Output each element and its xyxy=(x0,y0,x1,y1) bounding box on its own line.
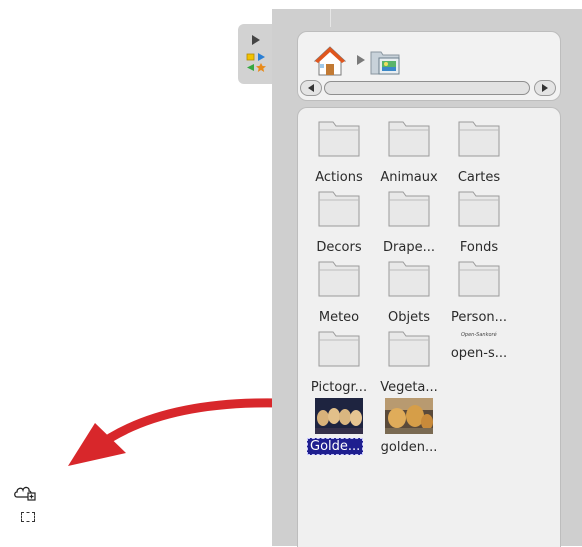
open-sankore-logo: Open-Sankoré xyxy=(461,332,497,338)
open-sankore-label: open-s... xyxy=(450,346,508,361)
folder-fonds[interactable]: Fonds xyxy=(443,190,515,260)
scroll-right-button[interactable] xyxy=(534,80,556,96)
folder-label: Pictogr... xyxy=(310,380,368,395)
folder-label: Person... xyxy=(450,310,508,325)
folder-label: Decors xyxy=(316,240,362,255)
folder-meteo[interactable]: Meteo xyxy=(303,260,375,330)
folder-icon xyxy=(388,121,430,157)
folder-icon xyxy=(458,121,500,157)
play-triangle-icon[interactable] xyxy=(250,34,262,46)
open-sankore-item[interactable]: Open-Sankoré open-s... xyxy=(443,330,515,400)
chevron-right-icon xyxy=(357,55,365,65)
folder-label: Meteo xyxy=(318,310,360,325)
home-icon[interactable] xyxy=(314,46,346,76)
folder-label: Actions xyxy=(315,170,363,185)
arrow-right-icon xyxy=(542,84,548,92)
folder-drapeaux[interactable]: Drape... xyxy=(373,190,445,260)
folder-icon xyxy=(318,261,360,297)
sidebar-handle[interactable] xyxy=(238,24,276,84)
folder-label: Vegeta... xyxy=(380,380,438,395)
image-golden-selected[interactable]: Golde... xyxy=(303,398,375,458)
image-folder-icon[interactable] xyxy=(369,46,403,76)
folder-decors[interactable]: Decors xyxy=(303,190,375,260)
folder-icon xyxy=(318,121,360,157)
folder-icon xyxy=(388,331,430,367)
folder-label: Objets xyxy=(388,310,430,325)
folder-objets[interactable]: Objets xyxy=(373,260,445,330)
folder-icon xyxy=(318,191,360,227)
folder-icon xyxy=(458,261,500,297)
image-golden[interactable]: golden... xyxy=(373,398,445,458)
folder-icon xyxy=(388,261,430,297)
breadcrumb-scrollbar[interactable] xyxy=(298,80,558,97)
dogs-thumbnail xyxy=(315,398,363,434)
image-label: golden... xyxy=(380,440,438,455)
dashed-rectangle-icon xyxy=(21,512,35,522)
shapes-icon[interactable] xyxy=(246,52,268,74)
image-label-selected: Golde... xyxy=(307,438,364,455)
folder-icon xyxy=(388,191,430,227)
folder-label: Cartes xyxy=(457,170,501,185)
folder-pictogrammes[interactable]: Pictogr... xyxy=(303,330,375,400)
scroll-left-button[interactable] xyxy=(300,80,322,96)
folder-label: Drape... xyxy=(383,240,435,255)
cloud-plus-cursor-icon xyxy=(13,482,37,506)
folder-label: Animaux xyxy=(380,170,438,185)
folder-icon xyxy=(318,331,360,367)
folder-personnages[interactable]: Person... xyxy=(443,260,515,330)
folder-cartes[interactable]: Cartes xyxy=(443,120,515,190)
arrow-left-icon xyxy=(308,84,314,92)
folder-vegetaux[interactable]: Vegeta... xyxy=(373,330,445,400)
folder-actions[interactable]: Actions xyxy=(303,120,375,190)
panel-divider xyxy=(330,9,331,27)
file-browser: Actions Animaux Cartes Decors Drape... F… xyxy=(297,107,561,547)
folder-animaux[interactable]: Animaux xyxy=(373,120,445,190)
folder-label: Fonds xyxy=(459,240,499,255)
scroll-thumb[interactable] xyxy=(324,81,530,95)
folder-icon xyxy=(458,191,500,227)
dogs-thumbnail xyxy=(385,398,433,434)
